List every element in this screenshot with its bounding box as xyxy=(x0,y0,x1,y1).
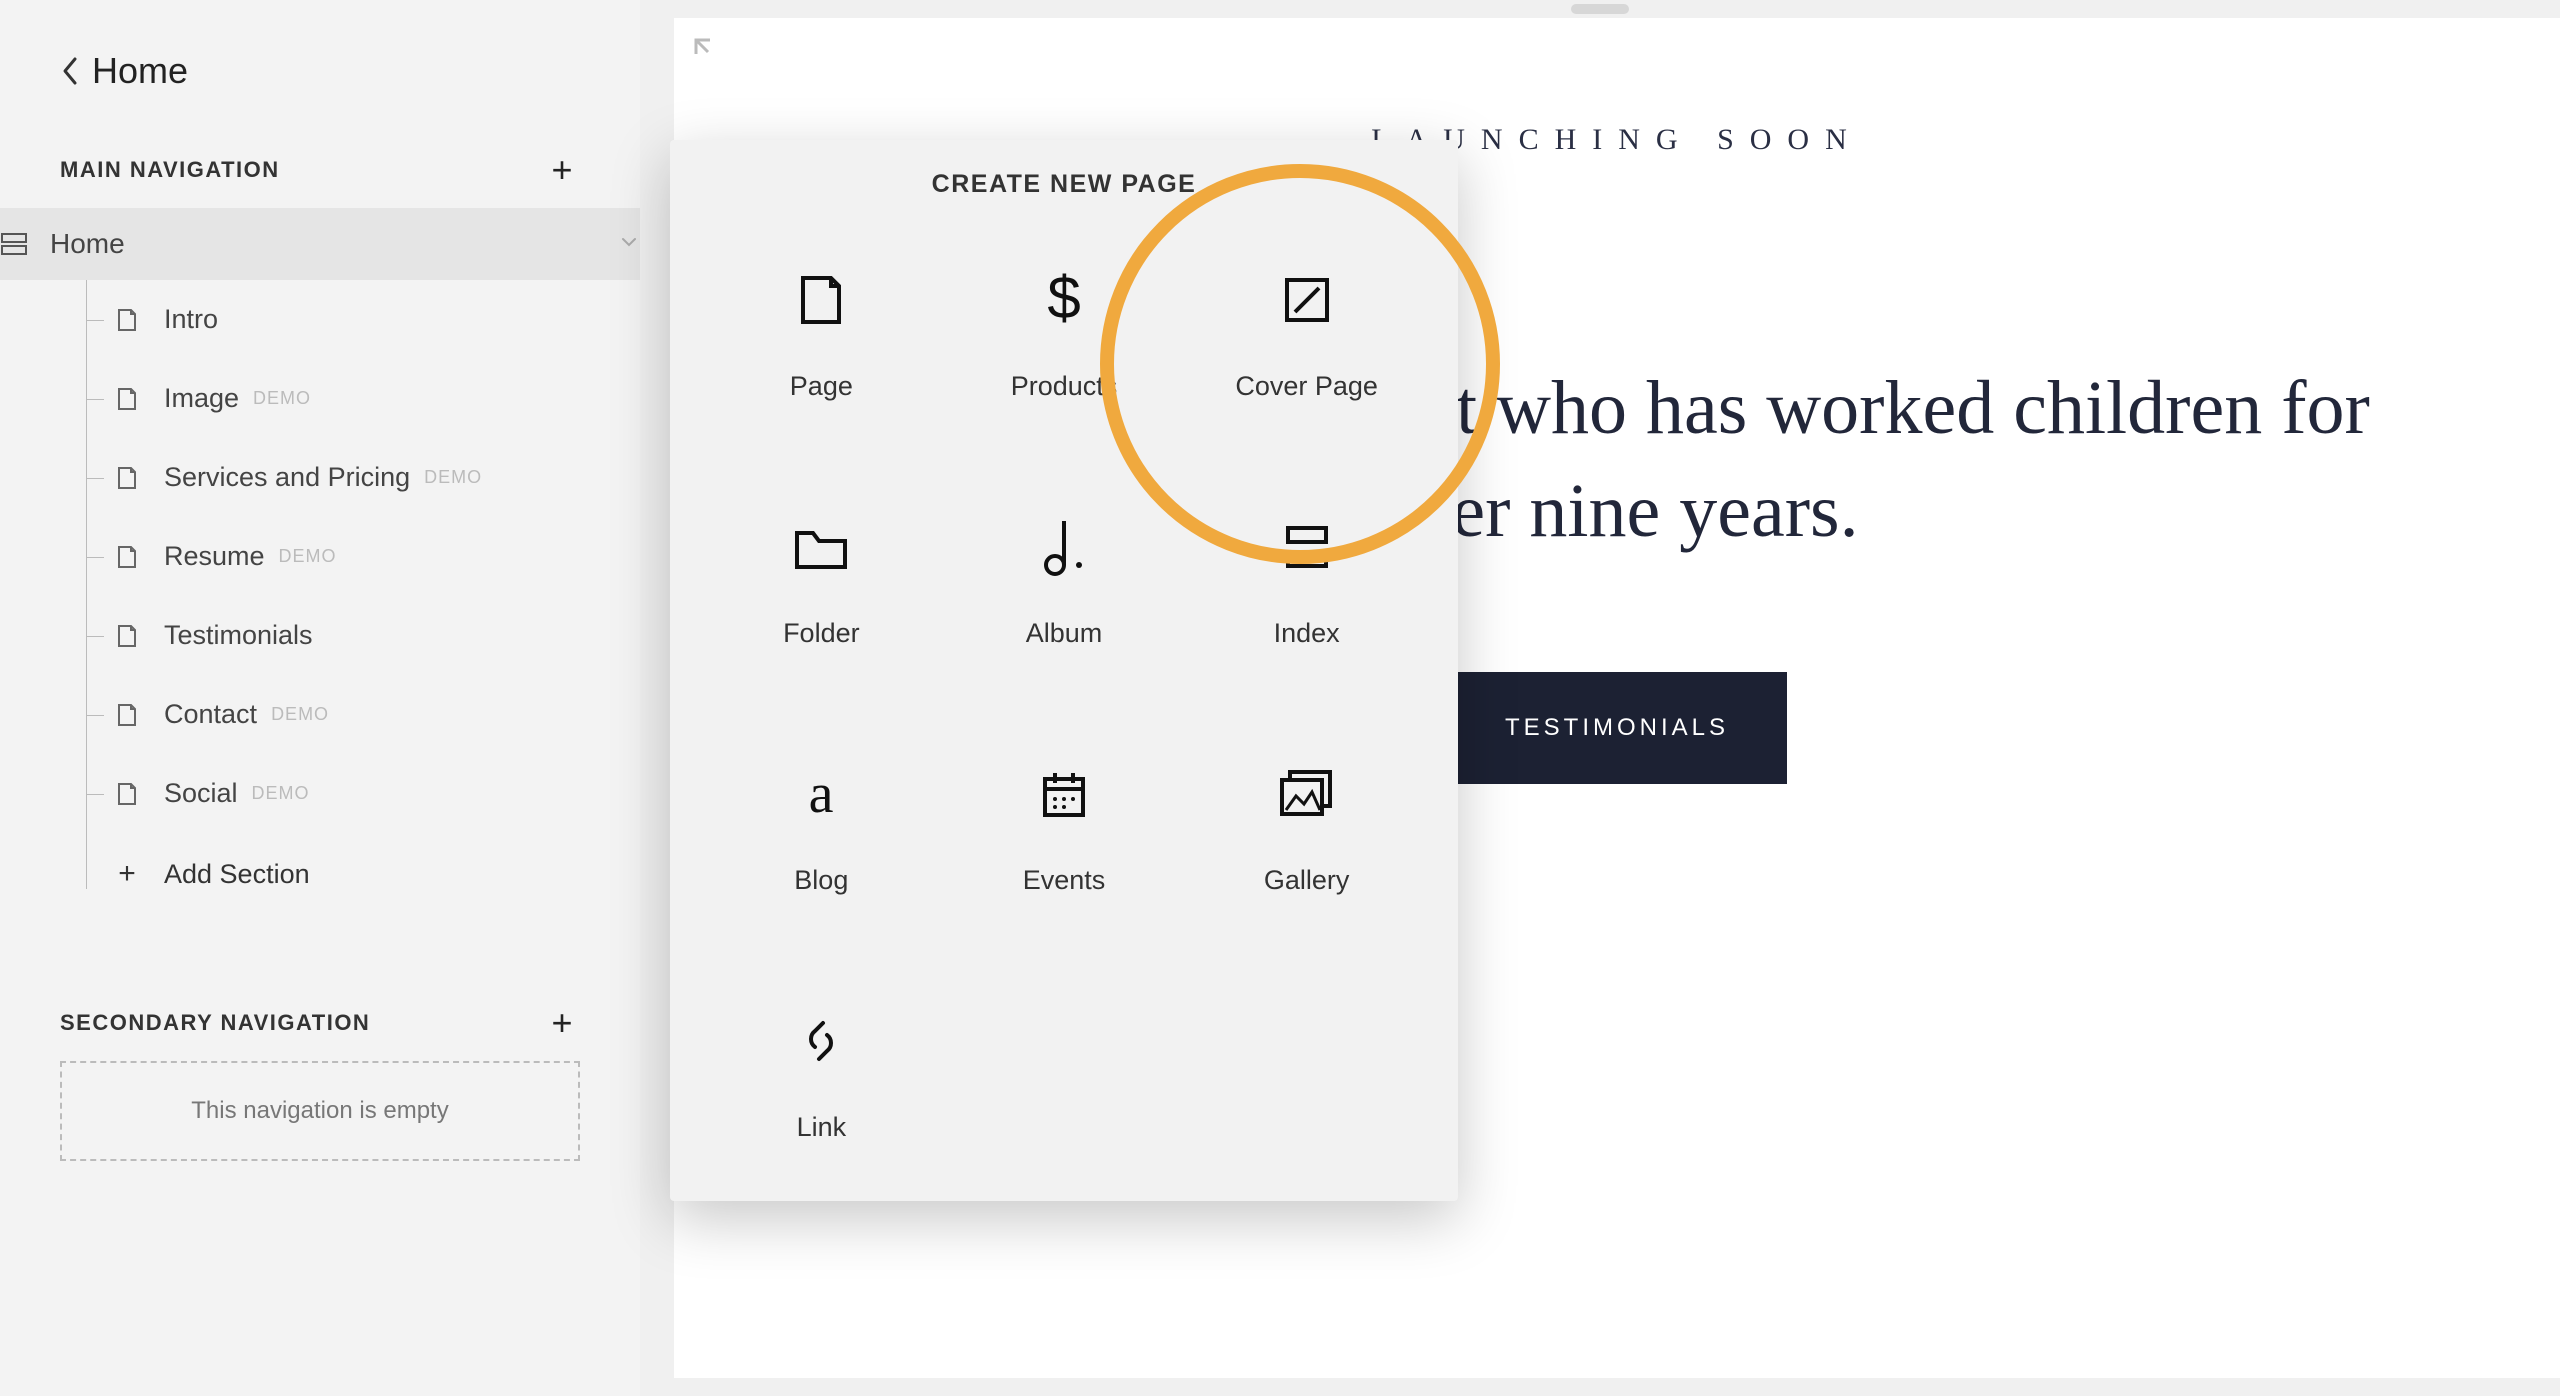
nav-subitem-contact[interactable]: Contact DEMO xyxy=(36,675,640,754)
page-icon xyxy=(112,384,142,414)
popup-item-label: Cover Page xyxy=(1235,371,1378,402)
gallery-icon xyxy=(1276,749,1338,839)
popup-item-blog[interactable]: a Blog xyxy=(700,731,943,914)
demo-badge: DEMO xyxy=(279,546,337,567)
nav-subitem-social[interactable]: Social DEMO xyxy=(36,754,640,833)
empty-nav-dropzone[interactable]: This navigation is empty xyxy=(60,1061,580,1161)
pages-sidebar: Home MAIN NAVIGATION + Home xyxy=(0,0,640,1396)
demo-badge: DEMO xyxy=(253,388,311,409)
nav-subitem-label: Contact xyxy=(164,699,257,730)
nav-subitem-image[interactable]: Image DEMO xyxy=(36,359,640,438)
nav-subitems: Intro Image DEMO Services and Pricing DE… xyxy=(36,280,640,915)
nav-subitem-label: Services and Pricing xyxy=(164,462,410,493)
create-page-popup: CREATE NEW PAGE Page $ Products Cover Pa… xyxy=(670,140,1458,1201)
popup-grid: Page $ Products Cover Page Folder xyxy=(700,237,1428,1161)
main-nav-title: MAIN NAVIGATION xyxy=(60,157,280,183)
secondary-nav-section: SECONDARY NAVIGATION + This navigation i… xyxy=(0,985,640,1161)
nav-subitem-label: Resume xyxy=(164,541,265,572)
drag-handle-icon[interactable] xyxy=(1571,4,1629,14)
page-icon xyxy=(112,700,142,730)
popup-item-gallery[interactable]: Gallery xyxy=(1185,731,1428,914)
app-root: Home MAIN NAVIGATION + Home xyxy=(0,0,2560,1396)
add-page-button[interactable]: + xyxy=(544,152,580,188)
popup-item-index[interactable]: Index xyxy=(1185,484,1428,667)
link-icon xyxy=(793,996,849,1086)
popup-item-label: Events xyxy=(1023,865,1106,896)
page-icon xyxy=(112,305,142,335)
popup-item-album[interactable]: Album xyxy=(943,484,1186,667)
main-nav-header: MAIN NAVIGATION + xyxy=(60,132,580,208)
popup-item-label: Album xyxy=(1026,618,1103,649)
expand-icon[interactable] xyxy=(692,36,720,69)
secondary-nav-title: SECONDARY NAVIGATION xyxy=(60,1010,370,1036)
demo-badge: DEMO xyxy=(252,783,310,804)
popup-item-cover-page[interactable]: Cover Page xyxy=(1185,237,1428,420)
page-icon xyxy=(791,255,851,345)
music-note-icon xyxy=(1039,502,1089,592)
popup-item-label: Index xyxy=(1274,618,1340,649)
svg-text:$: $ xyxy=(1047,266,1080,331)
demo-badge: DEMO xyxy=(271,704,329,725)
empty-nav-message: This navigation is empty xyxy=(191,1097,448,1124)
secondary-nav-header: SECONDARY NAVIGATION + xyxy=(60,985,580,1061)
nav-subitem-label: Image xyxy=(164,383,239,414)
popup-item-products[interactable]: $ Products xyxy=(943,237,1186,420)
page-icon xyxy=(112,779,142,809)
preview-cta-button[interactable]: TESTIMONIALS xyxy=(1447,672,1787,784)
nav-item-home[interactable]: Home xyxy=(0,208,700,280)
popup-title: CREATE NEW PAGE xyxy=(700,170,1428,199)
nav-subitem-label: Social xyxy=(164,778,238,809)
back-button[interactable]: Home xyxy=(0,50,640,132)
nav-item-label: Home xyxy=(50,228,125,260)
page-icon xyxy=(112,463,142,493)
dollar-icon: $ xyxy=(1039,255,1089,345)
back-label: Home xyxy=(92,50,188,92)
popup-item-label: Blog xyxy=(794,865,848,896)
chevron-left-icon xyxy=(60,60,82,82)
calendar-icon xyxy=(1037,749,1091,839)
nav-subitem-intro[interactable]: Intro xyxy=(36,280,640,359)
add-section-label: Add Section xyxy=(164,859,310,890)
folder-icon xyxy=(791,502,851,592)
popup-item-page[interactable]: Page xyxy=(700,237,943,420)
main-nav-section: MAIN NAVIGATION + xyxy=(0,132,640,208)
popup-item-label: Products xyxy=(1011,371,1118,402)
cover-page-icon xyxy=(1277,255,1337,345)
demo-badge: DEMO xyxy=(424,467,482,488)
index-icon xyxy=(1280,502,1334,592)
popup-item-link[interactable]: Link xyxy=(700,978,943,1161)
popup-item-label: Gallery xyxy=(1264,865,1350,896)
popup-item-label: Link xyxy=(797,1112,847,1143)
popup-item-label: Page xyxy=(790,371,853,402)
plus-icon: + xyxy=(112,857,142,891)
chevron-down-icon xyxy=(618,231,640,258)
popup-item-events[interactable]: Events xyxy=(943,731,1186,914)
add-secondary-page-button[interactable]: + xyxy=(544,1005,580,1041)
popup-item-label: Folder xyxy=(783,618,860,649)
page-icon xyxy=(112,542,142,572)
popup-item-folder[interactable]: Folder xyxy=(700,484,943,667)
add-section-button[interactable]: + Add Section xyxy=(36,833,640,915)
blog-icon: a xyxy=(796,749,846,839)
nav-subitem-testimonials[interactable]: Testimonials xyxy=(36,596,640,675)
nav-subitem-services[interactable]: Services and Pricing DEMO xyxy=(36,438,640,517)
svg-text:a: a xyxy=(809,764,834,824)
nav-subitem-label: Intro xyxy=(164,304,218,335)
page-icon xyxy=(112,621,142,651)
nav-subitem-resume[interactable]: Resume DEMO xyxy=(36,517,640,596)
index-page-icon xyxy=(0,226,32,262)
nav-subitem-label: Testimonials xyxy=(164,620,313,651)
